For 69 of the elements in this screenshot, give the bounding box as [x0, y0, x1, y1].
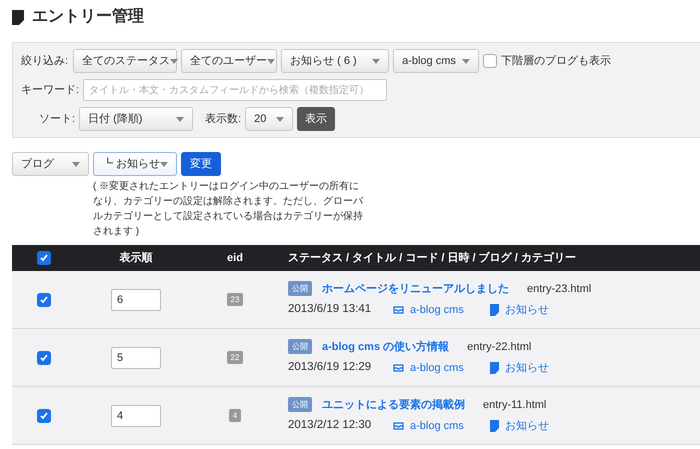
document-icon [490, 362, 499, 374]
eid-badge: 4 [228, 409, 242, 422]
filter-label: 絞り込み: [21, 54, 68, 69]
include-children-checkbox[interactable] [483, 54, 498, 68]
filter-dropdown[interactable]: 全てのステータス [73, 49, 178, 73]
entry-title-link[interactable]: ユニットによる要素の掲載例 [322, 396, 465, 414]
document-icon [490, 420, 499, 432]
entry-title-link[interactable]: a-blog cms の使い方情報 [322, 338, 450, 356]
document-icon [12, 10, 24, 24]
eid-badge: 23 [226, 293, 244, 306]
caret-icon [72, 162, 80, 166]
checkmark-icon [39, 410, 49, 420]
entry-code: entry-23.html [527, 282, 592, 297]
blog-link[interactable]: a-blog cms [410, 418, 490, 434]
document-icon [490, 304, 499, 316]
tray-icon [393, 306, 404, 314]
keyword-label: キーワード: [21, 82, 80, 98]
column-header: ステータス / タイトル / コード / 日時 / ブログ / カテゴリー [288, 250, 576, 266]
filter-dropdown[interactable]: 全てのユーザー [181, 49, 278, 73]
keyword-field[interactable]: タイトル・本文・カスタムフィールドから検索（複数指定可） [83, 79, 388, 101]
entry-code: entry-11.html [483, 398, 546, 413]
caret-icon [462, 58, 470, 64]
tray-icon [393, 364, 404, 372]
column-header: 表示順 [120, 250, 152, 266]
sort-dropdown[interactable]: 日付 (降順) [79, 107, 194, 131]
category-dropdown[interactable]: ┗ お知らせ [93, 152, 177, 176]
caret-icon [267, 58, 276, 64]
row-checkbox[interactable] [37, 350, 51, 364]
category-link[interactable]: お知らせ [505, 302, 549, 318]
checkmark-icon [39, 294, 49, 304]
entry-datetime: 2013/2/12 12:30 [288, 418, 372, 434]
order-field[interactable]: 4 [111, 404, 161, 426]
caret-icon [176, 116, 184, 122]
row-checkbox[interactable] [37, 292, 51, 306]
row-checkbox[interactable] [37, 408, 51, 422]
entry-title-link[interactable]: ホームページをリニューアルしました [322, 280, 509, 298]
change-button[interactable]: 変更 [181, 152, 221, 176]
blog-dropdown[interactable]: ブログ [12, 152, 89, 176]
filter-dropdown[interactable]: お知らせ ( 6 ) [281, 49, 390, 73]
entry-datetime: 2013/6/19 12:29 [288, 360, 372, 376]
show-button[interactable]: 表示 [297, 107, 336, 131]
status-badge: 公開 [288, 281, 312, 296]
checkmark-icon [39, 352, 49, 362]
checkbox-label: 下階層のブログも表示 [501, 54, 612, 69]
count-dropdown[interactable]: 20 [245, 107, 294, 131]
caret-icon [160, 162, 168, 166]
blog-link[interactable]: a-blog cms [410, 360, 490, 376]
change-note: ( ※変更されたエントリーはログイン中のユーザーの所有になり、カテゴリーの設定は解除されます。ただし、グローバルカテゴリーとして設定されている場合はカテゴリーが保持されます ) [93, 180, 364, 239]
category-link[interactable]: お知らせ [505, 418, 549, 434]
count-label: 表示数: [205, 112, 242, 127]
entry-code: entry-22.html [467, 340, 532, 355]
status-badge: 公開 [288, 339, 312, 354]
column-header: eid [227, 250, 243, 266]
entry-datetime: 2013/6/19 13:41 [288, 302, 372, 318]
eid-badge: 22 [226, 351, 244, 364]
order-field[interactable]: 6 [111, 288, 161, 310]
status-badge: 公開 [288, 397, 312, 412]
select-all-checkbox[interactable] [37, 251, 51, 265]
category-link[interactable]: お知らせ [505, 360, 549, 376]
caret-icon [276, 116, 284, 122]
page-title: エントリー管理 [32, 6, 144, 27]
filter-dropdown[interactable]: a-blog cms [393, 49, 480, 73]
caret-icon [170, 58, 178, 64]
blog-link[interactable]: a-blog cms [410, 302, 490, 318]
sort-label: ソート: [39, 112, 76, 127]
checkmark-icon [39, 253, 49, 263]
tray-icon [393, 422, 404, 430]
caret-icon [372, 58, 380, 64]
order-field[interactable]: 5 [111, 346, 161, 368]
